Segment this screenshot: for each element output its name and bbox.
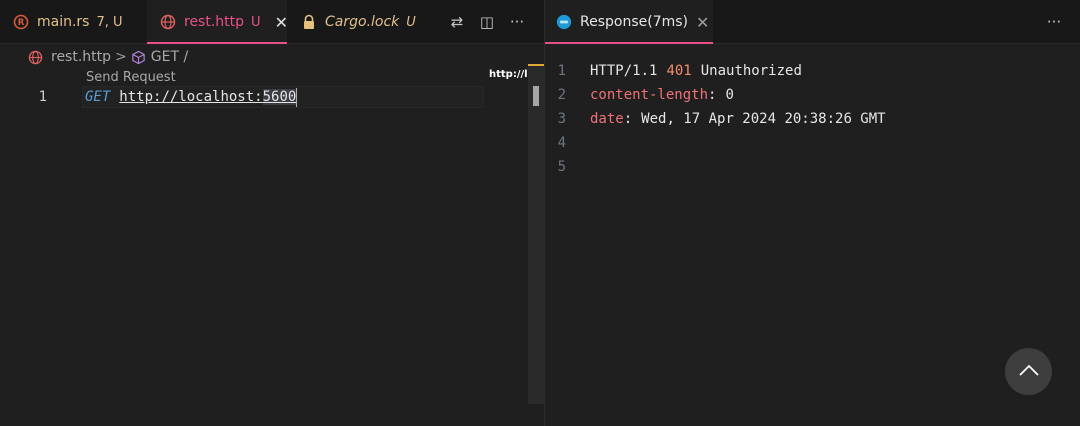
chevron-up-icon	[1018, 363, 1040, 381]
status-code: 401	[666, 63, 692, 79]
tab-response[interactable]: Response(7ms) ✕	[545, 0, 713, 44]
vertical-scrollbar[interactable]	[528, 64, 544, 404]
header-value: 0	[725, 87, 734, 103]
send-request-link[interactable]: Send Request	[86, 70, 176, 85]
line-number: 1	[557, 63, 566, 79]
response-actions: ···	[1039, 0, 1069, 44]
line-number: 5	[557, 159, 566, 175]
editor-actions: ⇄ ◫ ···	[442, 0, 532, 44]
breadcrumb: rest.http > GET /	[28, 46, 188, 68]
code-line[interactable]: 1 GET http://localhost:5600	[0, 85, 298, 109]
breadcrumb-separator: >	[115, 49, 127, 65]
line-number: 2	[557, 87, 566, 103]
breadcrumb-file[interactable]: rest.http	[51, 49, 111, 65]
text-cursor	[296, 87, 298, 107]
header-colon: :	[708, 87, 717, 103]
lock-icon	[301, 14, 317, 30]
tab-badge: U	[251, 14, 261, 30]
tab-label: rest.http	[184, 14, 245, 30]
compare-changes-icon[interactable]: ⇄	[442, 13, 472, 31]
response-tabbar: Response(7ms) ✕ ···	[545, 0, 1080, 44]
header-value: Wed, 17 Apr 2024 20:38:26 GMT	[641, 111, 886, 127]
close-icon[interactable]: ✕	[275, 13, 288, 32]
response-icon	[556, 14, 572, 30]
header-key: content-length	[590, 87, 709, 103]
split-editor-icon[interactable]: ◫	[472, 13, 502, 31]
scroll-to-top-button[interactable]	[1005, 348, 1052, 395]
response-line[interactable]: 4	[545, 131, 575, 155]
more-actions-icon[interactable]: ···	[1039, 13, 1069, 31]
globe-icon	[28, 50, 43, 65]
http-method: GET	[85, 89, 111, 105]
header-key: date	[590, 111, 624, 127]
globe-icon	[160, 14, 176, 30]
response-line[interactable]: 5	[545, 155, 575, 179]
scrollbar-thumb[interactable]	[533, 86, 539, 106]
line-number: 3	[557, 111, 566, 127]
header-colon: :	[623, 111, 633, 127]
response-pane: Response(7ms) ✕ ··· 1 HTTP/1.1 401 Unaut…	[545, 0, 1080, 426]
request-url[interactable]: http://localhost:5600	[119, 89, 297, 105]
tab-cargo-lock[interactable]: Cargo.lock U	[288, 0, 420, 44]
more-actions-icon[interactable]: ···	[502, 13, 532, 31]
status-reason: Unauthorized	[700, 63, 802, 79]
tab-label: Response(7ms)	[580, 14, 689, 30]
scrollbar-indicator	[528, 64, 544, 66]
tab-rest-http[interactable]: rest.http U ✕	[147, 0, 288, 44]
symbol-icon	[131, 50, 146, 65]
tab-badge: U	[406, 14, 416, 30]
tab-label: Cargo.lock	[325, 14, 400, 30]
http-version: HTTP/1.1	[590, 63, 658, 79]
line-number: 1	[38, 89, 47, 105]
breadcrumb-symbol[interactable]: GET /	[151, 49, 188, 65]
line-number: 4	[557, 135, 566, 151]
editor-tabbar: R main.rs 7, U rest.http U ✕ Cargo.lock …	[0, 0, 544, 44]
response-line[interactable]: 1 HTTP/1.1 401 Unauthorized	[545, 59, 802, 83]
response-line[interactable]: 3 date : Wed, 17 Apr 2024 20:38:26 GMT	[545, 107, 886, 131]
tab-main-rs[interactable]: R main.rs 7, U	[0, 0, 146, 44]
svg-text:R: R	[18, 18, 25, 28]
rust-icon: R	[13, 14, 29, 30]
tab-label: main.rs	[37, 14, 90, 30]
close-icon[interactable]: ✕	[696, 13, 709, 32]
tab-badge: 7, U	[96, 14, 123, 30]
editor-pane: R main.rs 7, U rest.http U ✕ Cargo.lock …	[0, 0, 544, 426]
response-line[interactable]: 2 content-length : 0	[545, 83, 734, 107]
